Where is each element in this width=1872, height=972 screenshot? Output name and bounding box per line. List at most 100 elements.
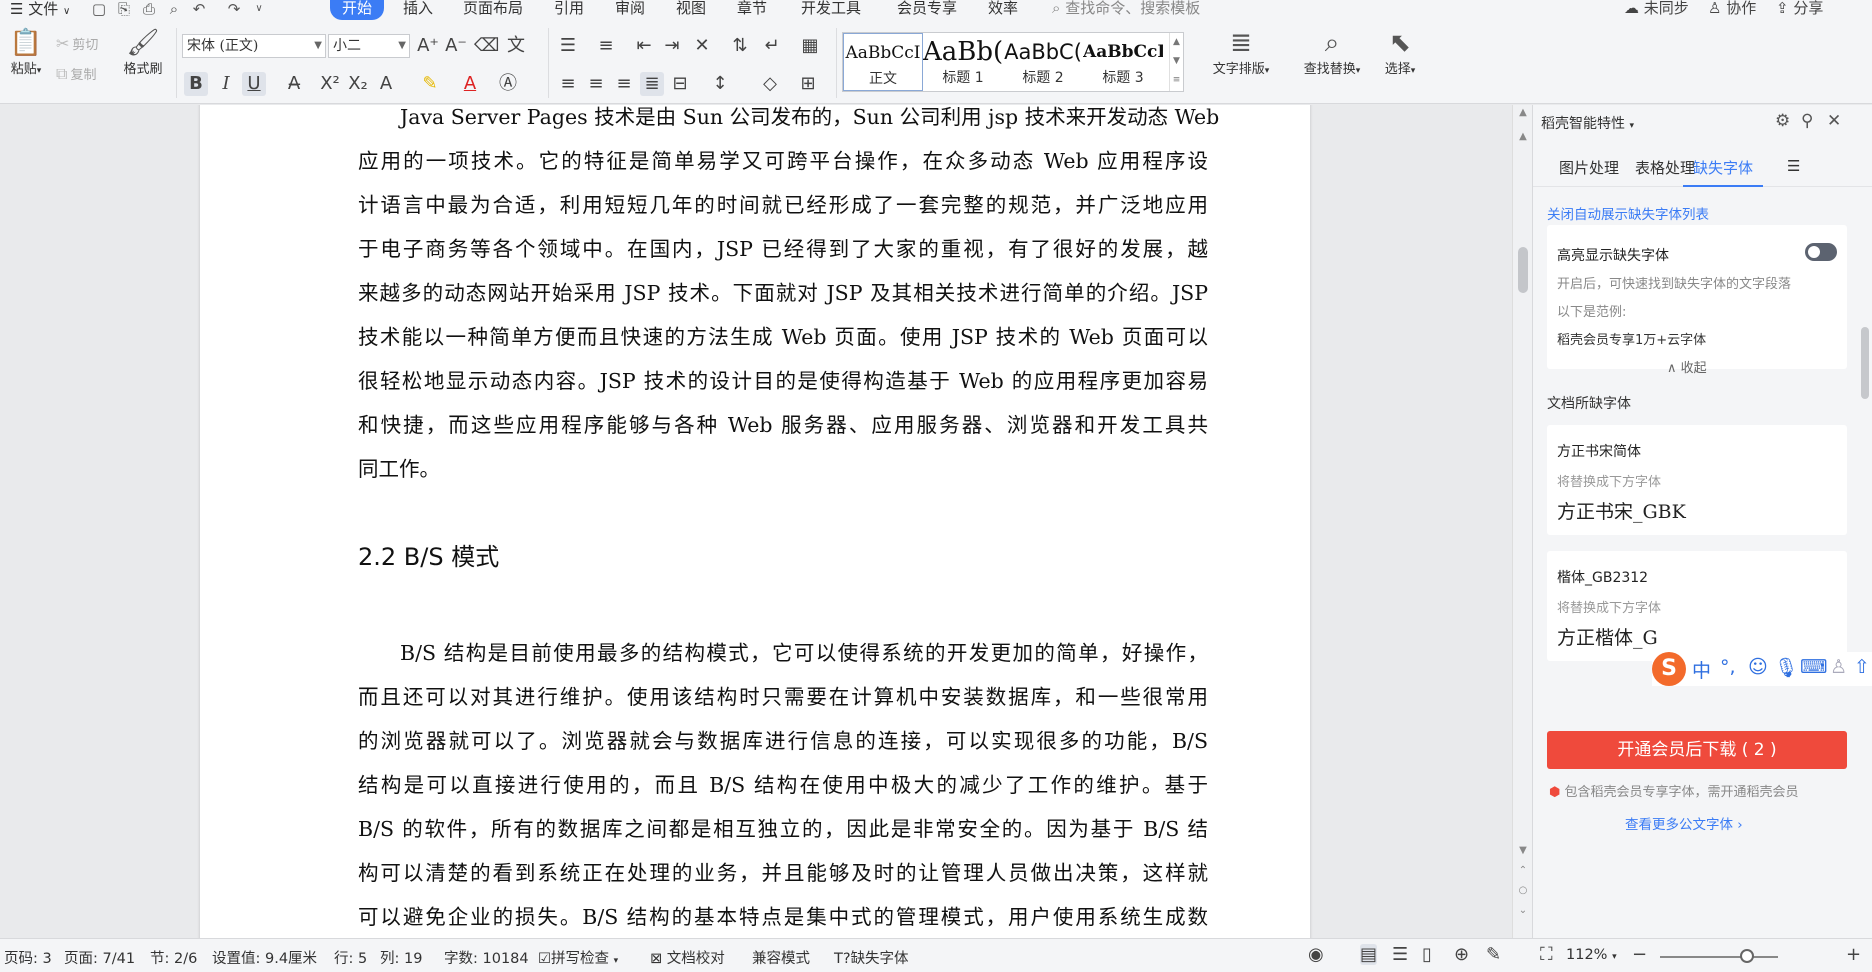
font-shrink-icon[interactable]: A⁻ — [444, 34, 468, 58]
cut-button[interactable]: ✂ 剪切 — [56, 34, 98, 54]
prev-page-icon[interactable]: ⌃ — [1513, 865, 1532, 876]
missing-fonts-button[interactable]: T?缺失字体 — [834, 947, 909, 968]
browse-object-icon[interactable]: ○ — [1513, 885, 1532, 896]
outline-view-icon[interactable]: ☰ — [1392, 944, 1408, 965]
tab-insert[interactable]: 插入 — [403, 0, 433, 20]
text-layout-button[interactable]: ≣ 文字排版▾ — [1206, 28, 1276, 77]
bold-icon[interactable]: B — [184, 72, 208, 96]
section-indicator[interactable]: 节: 2/6 — [150, 947, 197, 968]
subscript-icon[interactable]: X₂ — [346, 72, 370, 96]
save-icon[interactable]: ▢ — [90, 1, 108, 18]
char-border-icon[interactable]: Ⓐ — [496, 72, 520, 96]
tab-image-processing[interactable]: 图片处理 — [1559, 157, 1619, 178]
tab-table-processing[interactable]: 表格处理 — [1635, 157, 1695, 178]
format-painter-button[interactable]: 🖌 格式刷 — [118, 28, 168, 77]
font-grow-icon[interactable]: A⁺ — [416, 34, 440, 58]
superscript-icon[interactable]: X² — [318, 72, 342, 96]
font-card[interactable]: 方正书宋简体 将替换成下方字体 方正书宋_GBK — [1547, 425, 1847, 535]
word-count[interactable]: 字数: 10184 — [444, 947, 529, 968]
style-heading-3[interactable]: AaBbCcI 标题 3 — [1083, 33, 1163, 91]
sort-icon[interactable]: ⇅ — [728, 34, 752, 58]
redo-icon[interactable]: ↷ — [225, 1, 243, 18]
text-effect-icon[interactable]: A — [374, 72, 398, 96]
panel-title[interactable]: 稻壳智能特性 ▾ — [1541, 113, 1634, 133]
keyboard-icon[interactable]: ⌨ — [1800, 656, 1827, 678]
font-size-select[interactable]: 小二 ▼ — [328, 34, 410, 58]
phonetic-guide-icon[interactable]: 文 — [504, 34, 528, 58]
numbered-list-icon[interactable]: ≡ — [594, 34, 618, 58]
ime-language-toggle[interactable]: 中 — [1692, 656, 1711, 683]
align-center-icon[interactable]: ≡ — [584, 72, 608, 96]
sync-status[interactable]: ☁ 未同步 — [1624, 0, 1689, 20]
scroll-down-icon[interactable]: ▼ — [1513, 845, 1532, 856]
paragraph-jsp[interactable]: Java Server Pages 技术是由 Sun 公司发布的，Sun 公司利… — [358, 105, 1219, 491]
file-menu[interactable]: ☰ 文件 ∨ — [10, 0, 70, 20]
download-fonts-button[interactable]: 开通会员后下载 ( 2 ) — [1547, 731, 1847, 769]
highlight-toggle[interactable] — [1805, 243, 1837, 261]
quick-access-chevron-icon[interactable]: ∨ — [250, 1, 268, 18]
emoji-icon[interactable]: ☺ — [1748, 656, 1768, 678]
microphone-icon[interactable]: 🎙 — [1774, 656, 1798, 679]
paragraph-bs[interactable]: B/S 结构是目前使用最多的结构模式，它可以使得系统的开发更加的简单，好操作， … — [358, 631, 1208, 938]
punctuation-icon[interactable]: °, — [1720, 656, 1736, 678]
tab-member[interactable]: 会员专享 — [897, 0, 957, 20]
undo-icon[interactable]: ↶ — [190, 1, 208, 18]
web-view-icon[interactable]: ⊕ — [1454, 944, 1469, 965]
next-page-icon[interactable]: ⌄ — [1513, 905, 1532, 916]
show-marks-icon[interactable]: ↵ — [760, 34, 784, 58]
zoom-in-icon[interactable]: + — [1846, 944, 1861, 965]
page-indicator[interactable]: 页面: 7/41 — [64, 947, 135, 968]
distributed-align-icon[interactable]: ⊟ — [668, 72, 692, 96]
shading-icon[interactable]: ◇ — [758, 72, 782, 96]
font-name-select[interactable]: 宋体 (正文) ▼ — [182, 34, 326, 58]
tab-references[interactable]: 引用 — [554, 0, 584, 20]
italic-icon[interactable]: I — [214, 72, 238, 96]
tab-view[interactable]: 视图 — [676, 0, 706, 20]
spell-check-button[interactable]: ☑拼写检查 ▾ — [538, 947, 618, 968]
gear-icon[interactable]: ⚙ — [1775, 111, 1790, 131]
print-icon[interactable]: ⎙ — [140, 1, 158, 18]
tab-missing-fonts[interactable]: 缺失字体 — [1693, 157, 1753, 178]
page-code[interactable]: 页码: 3 — [4, 947, 52, 968]
section-heading[interactable]: 2.2 B/S 模式 — [358, 537, 499, 572]
strikethrough-icon[interactable]: A̶ — [282, 72, 306, 96]
write-view-icon[interactable]: ✎ — [1486, 944, 1501, 965]
document-page[interactable]: Java Server Pages 技术是由 Sun 公司发布的，Sun 公司利… — [200, 105, 1310, 938]
toolbox-icon[interactable]: ⇧ — [1854, 656, 1870, 678]
style-gallery-scroll[interactable]: ▲ ▼ ≡ — [1169, 33, 1183, 91]
export-icon[interactable]: ⎘ — [115, 1, 133, 18]
tab-review[interactable]: 审阅 — [615, 0, 645, 20]
more-fonts-link[interactable]: 查看更多公文字体 › — [1625, 813, 1743, 833]
column-indicator[interactable]: 列: 19 — [380, 947, 422, 968]
document-scrollbar[interactable]: ▲ ▲ ▼ ⌃ ○ ⌄ — [1512, 105, 1532, 938]
find-replace-button[interactable]: ⌕ 查找替换▾ — [1296, 28, 1368, 77]
zoom-level[interactable]: 112% ▾ — [1566, 947, 1617, 963]
doc-proofread-button[interactable]: ⊠ 文档校对 — [650, 947, 725, 968]
print-preview-icon[interactable]: ⌕ — [165, 1, 183, 18]
page-view-icon[interactable]: ▤ — [1360, 944, 1378, 965]
align-right-icon[interactable]: ≡ — [612, 72, 636, 96]
clear-format-icon[interactable]: ⌫ — [474, 34, 499, 58]
decrease-indent-icon[interactable]: ⇤ — [632, 34, 656, 58]
eye-protection-icon[interactable]: ◉ — [1308, 944, 1324, 965]
sogou-logo-icon[interactable]: S — [1652, 652, 1686, 686]
scroll-up-icon[interactable]: ▲ — [1513, 107, 1532, 118]
close-auto-list-link[interactable]: 关闭自动展示缺失字体列表 — [1547, 203, 1709, 223]
chinese-layout-icon[interactable]: ✕ — [690, 34, 714, 58]
position-setting[interactable]: 设置值: 9.4厘米 — [212, 947, 317, 968]
zoom-slider-handle[interactable] — [1740, 949, 1754, 963]
bullet-list-icon[interactable]: ☰ — [556, 34, 580, 58]
zoom-slider[interactable] — [1660, 956, 1778, 958]
collapse-button[interactable]: ∧ 收起 — [1667, 357, 1707, 376]
pin-icon[interactable]: ⚲ — [1801, 111, 1813, 131]
more-menu-icon[interactable]: ☰ — [1787, 157, 1800, 175]
panel-scrollbar[interactable] — [1857, 127, 1872, 807]
font-card[interactable]: 楷体_GB2312 将替换成下方字体 方正楷体_G — [1547, 551, 1847, 661]
zoom-out-icon[interactable]: − — [1632, 944, 1647, 965]
style-heading-1[interactable]: AaBb( 标题 1 — [923, 33, 1003, 91]
close-icon[interactable]: ✕ — [1827, 111, 1841, 131]
command-search[interactable]: ⌕ 查找命令、搜索模板 — [1052, 0, 1200, 20]
style-normal[interactable]: AaBbCcI 正文 — [843, 33, 923, 91]
select-button[interactable]: ⬉ 选择▾ — [1378, 28, 1422, 77]
copy-button[interactable]: ⧉ 复制 — [56, 64, 96, 84]
